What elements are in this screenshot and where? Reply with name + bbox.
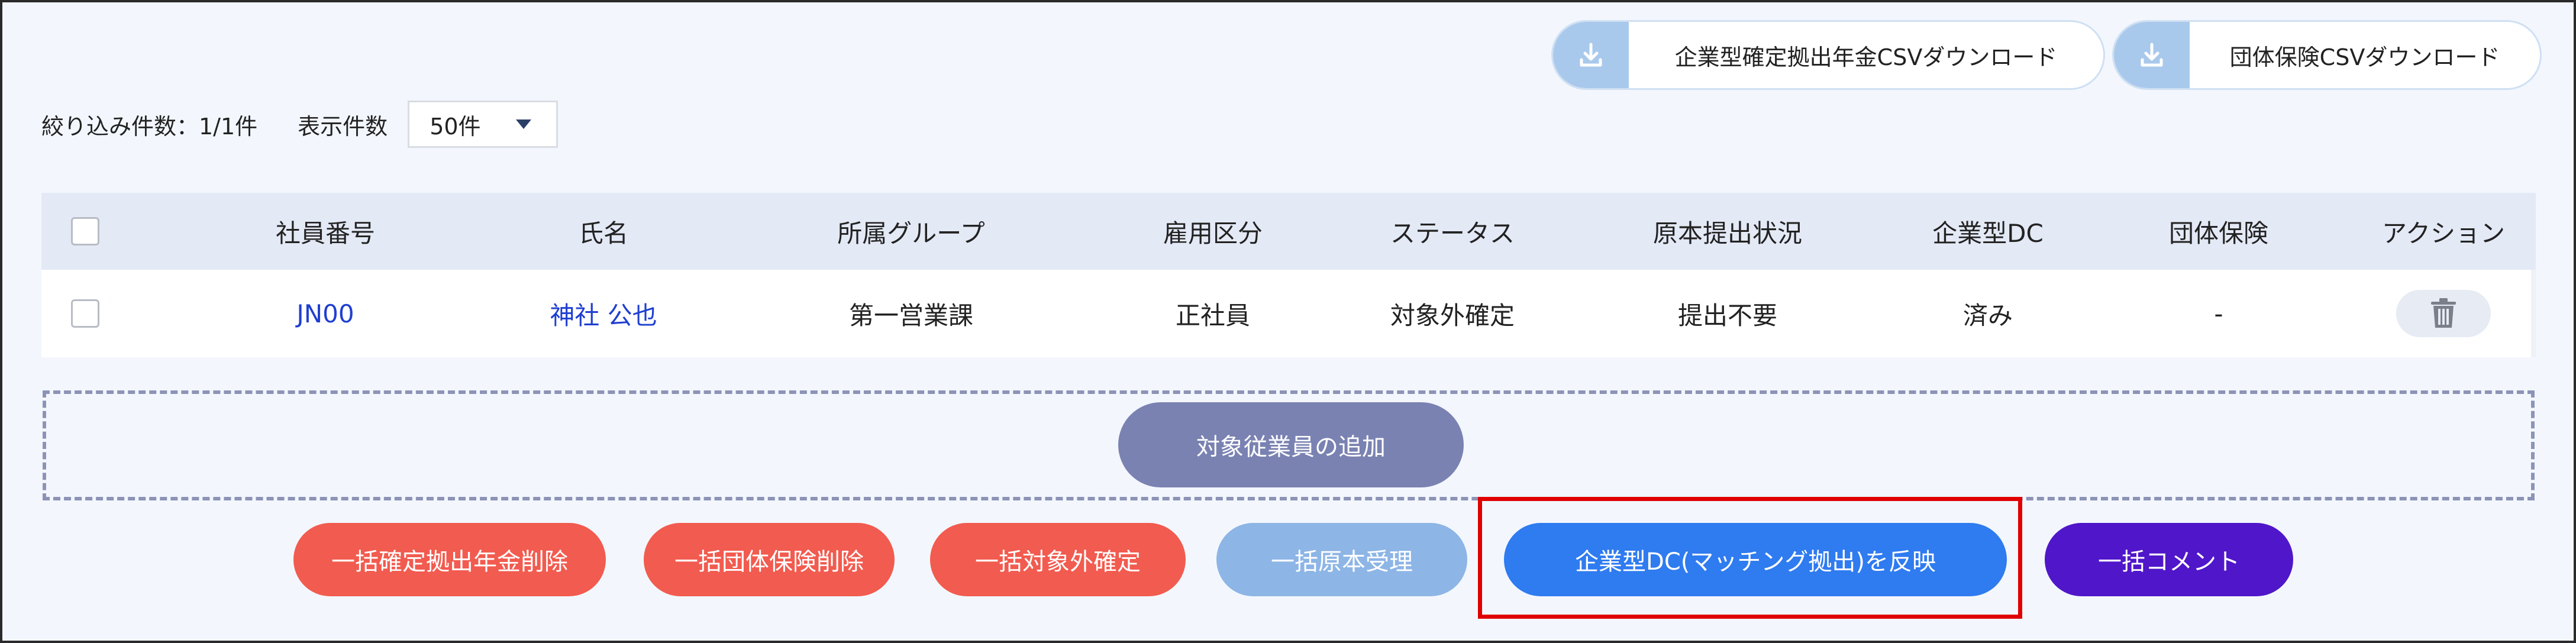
insurance-status: - xyxy=(2214,299,2223,328)
caret-down-icon xyxy=(516,119,532,129)
dc-csv-download-label: 企業型確定拠出年金CSVダウンロード xyxy=(1674,44,2058,70)
group-insurance-csv-download-button[interactable]: 団体保険CSVダウンロード xyxy=(2112,20,2542,90)
bulk-comment-button[interactable]: 一括コメント xyxy=(2045,523,2293,596)
select-all-checkbox[interactable] xyxy=(71,217,99,245)
employee-id-link[interactable]: JN00 xyxy=(219,270,432,357)
per-page-select[interactable]: 50件 xyxy=(408,101,559,148)
filter-row: 絞り込み件数：1/1件 表示件数 50件 xyxy=(41,101,559,148)
per-page-label: 表示件数 xyxy=(298,113,388,140)
filter-count: 絞り込み件数：1/1件 xyxy=(41,113,258,140)
employment-type: 正社員 xyxy=(1175,301,1250,330)
trash-icon xyxy=(2431,298,2456,328)
table-row: JN00 神社 公也 第一営業課 正社員 対象外確定 提出不要 済み - xyxy=(41,270,2536,357)
table-header: 社員番号 氏名 所属グループ 雇用区分 ステータス 原本提出状況 企業型DC 団… xyxy=(41,193,2536,270)
bulk-receive-original-button[interactable]: 一括原本受理 xyxy=(1216,523,1467,596)
dc-csv-download-button[interactable]: 企業型確定拠出年金CSVダウンロード xyxy=(1551,20,2105,90)
row-checkbox[interactable] xyxy=(71,299,99,328)
group-insurance-csv-download-label: 団体保険CSVダウンロード xyxy=(2229,44,2500,70)
delete-button[interactable] xyxy=(2396,290,2491,337)
header-dc[interactable]: 企業型DC xyxy=(1870,193,2106,270)
employee-table: 社員番号 氏名 所属グループ 雇用区分 ステータス 原本提出状況 企業型DC 団… xyxy=(41,193,2536,357)
employee-name-link[interactable]: 神社 公也 xyxy=(497,270,710,357)
add-employee-button[interactable]: 対象従業員の追加 xyxy=(1118,402,1464,487)
bulk-delete-insurance-button[interactable]: 一括団体保険削除 xyxy=(644,523,895,596)
header-employee-id[interactable]: 社員番号 xyxy=(219,193,432,270)
table-scroll-edge xyxy=(2531,270,2536,357)
header-employment-type[interactable]: 雇用区分 xyxy=(1106,193,1319,270)
dc-status: 済み xyxy=(1962,301,2013,330)
header-name[interactable]: 氏名 xyxy=(497,193,710,270)
bulk-delete-dc-button[interactable]: 一括確定拠出年金削除 xyxy=(293,523,606,596)
bulk-confirm-excluded-button[interactable]: 一括対象外確定 xyxy=(930,523,1186,596)
header-status[interactable]: ステータス xyxy=(1328,193,1577,270)
employee-group: 第一営業課 xyxy=(848,301,973,330)
header-insurance[interactable]: 団体保険 xyxy=(2100,193,2337,270)
per-page-value: 50件 xyxy=(430,113,481,140)
download-icon xyxy=(2114,22,2190,88)
header-submission-status[interactable]: 原本提出状況 xyxy=(1580,193,1875,270)
employee-status: 対象外確定 xyxy=(1390,301,1515,330)
header-group[interactable]: 所属グループ xyxy=(751,193,1071,270)
submission-status: 提出不要 xyxy=(1677,301,1777,330)
download-icon xyxy=(1553,22,1629,88)
highlight-box xyxy=(1478,497,2022,619)
header-action: アクション xyxy=(2382,218,2505,248)
